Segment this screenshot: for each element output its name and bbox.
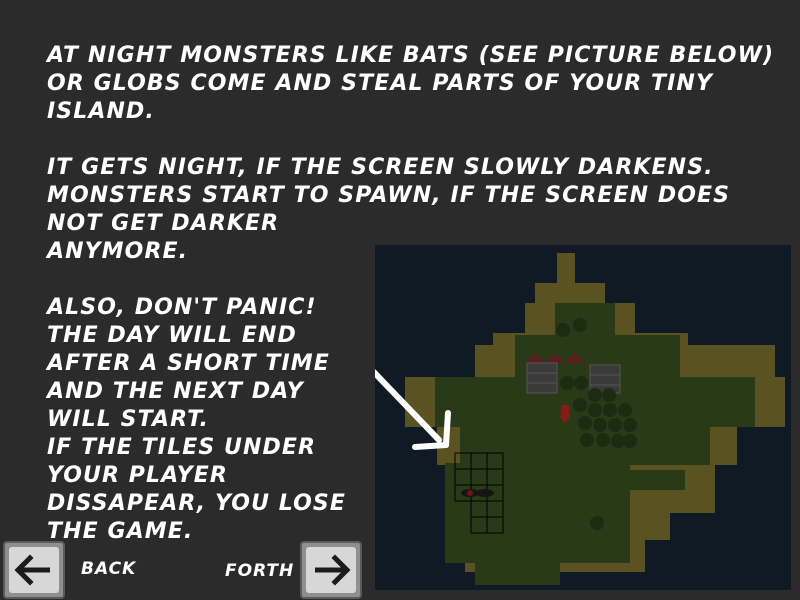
tutorial-paragraph-dont-panic: ALSO, DON'T PANIC! THE DAY WILL END AFTE… xyxy=(47,295,347,544)
back-button[interactable] xyxy=(3,541,65,599)
arrow-left-icon xyxy=(14,554,50,586)
arrow-right-icon xyxy=(315,554,351,586)
tutorial-paragraph-night-monsters: AT NIGHT MONSTERS LIKE BATS (SEE PICTURE… xyxy=(47,43,775,124)
back-label: BACK xyxy=(81,559,137,579)
forth-label: FORTH xyxy=(225,561,295,581)
forth-button[interactable] xyxy=(300,541,362,599)
night-island-screenshot xyxy=(375,245,791,590)
